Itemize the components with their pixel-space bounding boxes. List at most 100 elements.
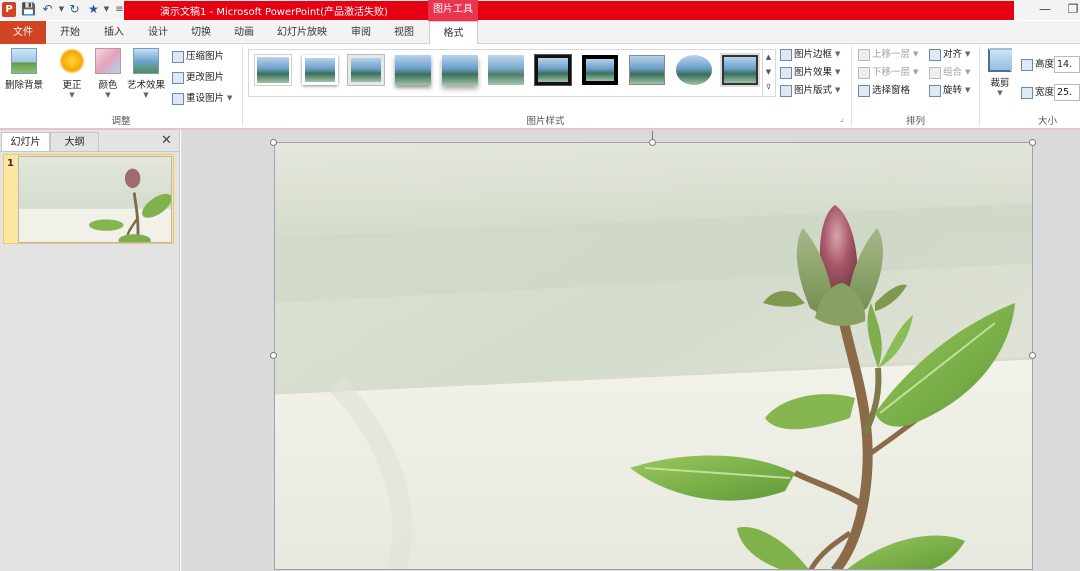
style-thumbnail[interactable] <box>722 55 758 85</box>
reset-picture-button[interactable]: 重设图片 ▼ <box>172 90 232 107</box>
style-thumbnail[interactable] <box>676 55 712 85</box>
tab-slides[interactable]: 幻灯片 <box>1 132 50 151</box>
picture-layout-label: 图片版式 <box>794 85 833 96</box>
crop-button[interactable]: 裁剪 ▼ <box>984 48 1016 97</box>
change-picture-button[interactable]: 更改图片 <box>172 69 224 86</box>
style-thumbnail[interactable] <box>348 55 384 85</box>
arrange-group-label: 排列 <box>905 116 925 127</box>
close-icon[interactable]: ✕ <box>161 133 172 148</box>
style-thumbnail[interactable] <box>395 55 431 85</box>
remove-background-button[interactable]: 删除背景 <box>4 48 44 91</box>
chevron-down-icon: ▼ <box>965 50 971 58</box>
redo-icon[interactable]: ↻ <box>67 2 82 17</box>
bring-forward-button[interactable]: 上移一层 ▼ <box>858 46 918 63</box>
style-thumbnail[interactable] <box>582 55 618 85</box>
tab-home[interactable]: 开始 <box>52 21 88 44</box>
align-icon <box>929 48 941 61</box>
change-picture-icon <box>172 71 184 84</box>
tab-view[interactable]: 视图 <box>386 21 422 44</box>
picture-layout-icon <box>780 84 792 97</box>
height-input[interactable]: 14. <box>1054 56 1080 73</box>
style-thumbnail[interactable] <box>255 55 291 85</box>
chevron-down-icon: ▼ <box>143 91 149 99</box>
tab-design[interactable]: 设计 <box>140 21 176 44</box>
tab-file[interactable]: 文件 <box>0 21 46 44</box>
tab-transitions[interactable]: 切换 <box>183 21 219 44</box>
selection-pane-button[interactable]: 选择窗格 <box>858 82 910 99</box>
style-thumbnail[interactable] <box>302 55 338 85</box>
style-thumbnail[interactable] <box>488 55 524 85</box>
tab-insert[interactable]: 插入 <box>96 21 132 44</box>
restore-icon[interactable]: ❐ <box>1064 2 1080 18</box>
send-backward-button[interactable]: 下移一层 ▼ <box>858 64 918 81</box>
undo-icon[interactable]: ↶ <box>40 2 55 17</box>
save-icon[interactable]: 💾 <box>21 2 36 17</box>
compress-icon <box>172 50 184 63</box>
chevron-down-icon: ▼ <box>105 91 111 99</box>
group-button[interactable]: 组合 ▼ <box>929 64 970 81</box>
picture-effects-icon <box>780 66 792 79</box>
chevron-down-icon: ▼ <box>913 50 919 58</box>
bring-forward-label: 上移一层 <box>872 49 911 60</box>
height-icon <box>1021 58 1033 71</box>
artistic-effects-icon <box>133 48 159 74</box>
picture-border-label: 图片边框 <box>794 49 833 60</box>
rotation-handle-stem <box>652 131 653 140</box>
picture-layout-button[interactable]: 图片版式 ▼ <box>780 82 840 99</box>
align-button[interactable]: 对齐 ▼ <box>929 46 970 63</box>
picture-border-button[interactable]: 图片边框 ▼ <box>780 46 840 63</box>
compress-pictures-button[interactable]: 压缩图片 <box>172 48 224 65</box>
artistic-effects-button[interactable]: 艺术效果 ▼ <box>126 48 166 99</box>
send-backward-label: 下移一层 <box>872 67 911 78</box>
resize-handle[interactable] <box>649 139 656 146</box>
resize-handle[interactable] <box>1029 352 1036 359</box>
chevron-down-icon: ▼ <box>965 86 971 94</box>
chevron-down-icon: ▼ <box>69 91 75 99</box>
resize-handle[interactable] <box>270 352 277 359</box>
resize-handle[interactable] <box>270 139 277 146</box>
picture-styles-group-label: 图片样式 <box>526 116 565 127</box>
crop-icon <box>988 48 1012 72</box>
rotate-button[interactable]: 旋转 ▼ <box>929 82 970 99</box>
height-row: 高度: <box>1021 56 1057 73</box>
minimize-icon[interactable]: — <box>1036 2 1054 18</box>
artistic-effects-label: 艺术效果 <box>126 80 165 91</box>
width-input[interactable]: 25. <box>1054 84 1080 101</box>
color-button[interactable]: 颜色 ▼ <box>90 48 126 99</box>
style-thumbnail[interactable] <box>442 55 478 85</box>
style-thumbnail[interactable] <box>534 54 572 86</box>
remove-background-label: 删除背景 <box>4 80 43 91</box>
tab-outline[interactable]: 大纲 <box>50 132 99 151</box>
slide-canvas[interactable] <box>274 142 1033 570</box>
size-group-label: 大小 <box>1037 116 1057 127</box>
tab-format[interactable]: 格式 <box>429 21 478 45</box>
corrections-label: 更正 <box>62 80 82 91</box>
send-backward-icon <box>858 66 870 79</box>
tab-review[interactable]: 审阅 <box>343 21 379 44</box>
style-thumbnail[interactable] <box>629 55 665 85</box>
tab-slideshow[interactable]: 幻灯片放映 <box>270 21 334 44</box>
contextual-tab-header: 图片工具 <box>428 0 478 21</box>
resize-handle[interactable] <box>1029 139 1036 146</box>
remove-background-icon <box>11 48 37 74</box>
group-divider <box>979 46 980 126</box>
color-label: 颜色 <box>98 80 118 91</box>
compress-label: 压缩图片 <box>186 51 225 62</box>
adjust-group-label: 调整 <box>111 116 131 127</box>
chevron-down-icon: ▼ <box>913 68 919 76</box>
rotate-label: 旋转 <box>943 85 963 96</box>
corrections-button[interactable]: 更正 ▼ <box>54 48 90 99</box>
flower-picture[interactable] <box>275 143 1033 570</box>
rotate-icon <box>929 84 941 97</box>
chevron-down-icon: ▼ <box>227 94 233 102</box>
slide-thumbnail-image[interactable] <box>18 156 172 243</box>
chevron-down-icon: ▼ <box>835 50 841 58</box>
chevron-down-icon: ▼ <box>997 89 1003 97</box>
gallery-scroll[interactable]: ▲ ▼ ⊽ <box>762 50 774 96</box>
tab-animations[interactable]: 动画 <box>226 21 262 44</box>
dialog-launcher-icon[interactable]: ⌟ <box>840 114 844 123</box>
powerpoint-logo-icon[interactable]: P <box>2 2 16 17</box>
flower-thumbnail-image <box>19 157 171 242</box>
picture-effects-button[interactable]: 图片效果 ▼ <box>780 64 840 81</box>
color-icon <box>95 48 121 74</box>
